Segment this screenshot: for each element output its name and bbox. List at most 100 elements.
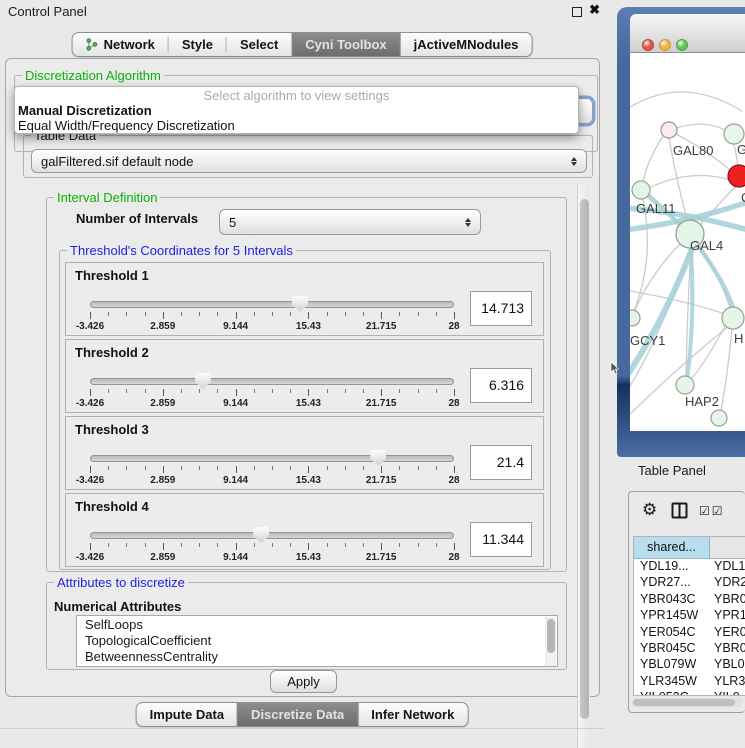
table-row[interactable]: YLR345WYLR3 [634,674,745,690]
network-view[interactable]: GAL80GCGAL11GAL4GCY1HHAP2 [630,53,745,431]
number-of-intervals-combobox[interactable]: 5 [219,209,481,235]
network-edge[interactable] [643,136,663,182]
table-cell[interactable]: YDL19... [634,559,710,575]
table-cell[interactable]: YPR1 [710,608,745,624]
table-cell[interactable]: YBR045C [634,641,710,657]
table-row[interactable]: YDL19...YDL1 [634,559,745,575]
network-edge[interactable] [649,176,731,189]
network-edge[interactable] [630,290,731,316]
table-row[interactable]: YIL052CYIL0 [634,690,745,696]
tab-infer-network[interactable]: Infer Network [358,703,467,726]
table-cell[interactable]: YPR145W [634,608,710,624]
threshold-value-field[interactable]: 6.316 [470,368,532,403]
table-cell[interactable]: YBR0 [710,641,745,657]
tab-style[interactable]: Style [169,33,226,56]
table-horizontal-scrollbar[interactable] [632,698,742,707]
settings-vertical-scrollbar[interactable] [577,185,590,748]
table-cell[interactable]: YBL0 [710,657,745,673]
minimize-traffic-light[interactable] [659,39,671,51]
numerical-attribute-item[interactable]: SelfLoops [77,616,557,632]
table-cell[interactable]: YLR3 [710,674,745,690]
tab-network[interactable]: Network [73,33,168,56]
tick-label: 28 [448,552,459,563]
network-edge[interactable] [630,92,742,111]
apply-button[interactable]: Apply [270,670,337,693]
slider-thumb[interactable] [195,373,211,389]
H-node[interactable] [722,307,744,329]
table-data-combobox[interactable]: galFiltered.sif default node [31,149,587,173]
numerical-attribute-item[interactable]: TopologicalCoefficient [77,632,557,648]
red-highlighted-node[interactable] [728,165,745,187]
numerical-attribute-item[interactable]: BetweennessCentrality [77,648,557,664]
table-cell[interactable]: YBL079W [634,657,710,673]
network-edge[interactable] [721,329,732,410]
table-row[interactable]: YPR145WYPR1 [634,608,745,624]
tick-mark [418,466,419,470]
table-cell[interactable]: YIL0 [710,690,745,696]
slider-thumb[interactable] [292,296,308,312]
tab-discretize-data[interactable]: Discretize Data [237,703,358,726]
network-edge[interactable] [677,124,727,131]
tab-cyni-toolbox[interactable]: Cyni Toolbox [291,33,400,56]
table-row[interactable]: YDR27...YDR2 [634,575,745,591]
tick-mark [454,389,455,396]
threshold-slider[interactable]: -3.4262.8599.14415.4321.71528 [90,524,454,564]
bottom-node[interactable] [711,410,727,426]
tab-impute-data[interactable]: Impute Data [137,703,237,726]
table-cell[interactable]: YLR345W [634,674,710,690]
table-cell[interactable]: YER0 [710,625,745,641]
threshold-slider[interactable]: -3.4262.8599.14415.4321.71528 [90,370,454,410]
float-window-icon[interactable] [572,7,582,17]
numerical-attributes-listbox[interactable]: SelfLoopsTopologicalCoefficientBetweenne… [76,615,558,667]
tab-jactivemnodules[interactable]: jActiveMNodules [401,33,532,56]
table-header-row: shared... n [634,537,745,559]
checkbox-columns-icon[interactable]: ☑☑ [699,504,725,518]
GAL80-node[interactable] [661,122,677,138]
dropdown-option-manual[interactable]: Manual Discretization [18,103,575,118]
threshold-slider[interactable]: -3.4262.8599.14415.4321.71528 [90,447,454,487]
threshold-value-field[interactable]: 11.344 [470,522,532,557]
scrollbar-thumb[interactable] [580,199,589,719]
gear-icon[interactable]: ⚙ [642,500,657,520]
column-header-name[interactable]: n [710,537,745,558]
network-window-titlebar[interactable] [630,14,745,53]
table-cell[interactable]: YBR043C [634,592,710,608]
scrollbar-thumb[interactable] [547,619,555,653]
table-cell[interactable]: YDR2 [710,575,745,591]
table-cell[interactable]: YBR0 [710,592,745,608]
threshold-value-field[interactable]: 14.713 [470,291,532,326]
table-row[interactable]: YER054CYER0 [634,625,745,641]
scrollbar-thumb[interactable] [633,699,735,706]
tick-mark [272,466,273,470]
GAL11-node[interactable] [632,181,650,199]
slider-track[interactable] [90,455,454,462]
table-cell[interactable]: YDL1 [710,559,745,575]
table-row[interactable]: YBR043CYBR0 [634,592,745,608]
threshold-slider[interactable]: -3.4262.8599.14415.4321.71528 [90,293,454,333]
slider-thumb[interactable] [253,527,269,543]
HAP2-node[interactable] [676,376,694,394]
close-traffic-light[interactable] [642,39,654,51]
table-cell[interactable]: YDR27... [634,575,710,591]
close-icon[interactable]: ✖ [589,2,600,18]
slider-thumb[interactable] [370,450,386,466]
split-columns-icon[interactable] [671,502,688,519]
table-cell[interactable]: YER054C [634,625,710,641]
table-row[interactable]: YBL079WYBL0 [634,657,745,673]
table-row[interactable]: YBR045CYBR0 [634,641,745,657]
list-scrollbar[interactable] [545,617,556,667]
GCY1-node[interactable] [630,310,640,326]
slider-track[interactable] [90,301,454,308]
unnamed-node-top-right[interactable] [724,124,744,144]
tab-select[interactable]: Select [227,33,291,56]
table-cell[interactable]: YIL052C [634,690,710,696]
zoom-traffic-light[interactable] [676,39,688,51]
column-header-shared-name[interactable]: shared... [634,537,710,558]
slider-track[interactable] [90,532,454,539]
dropdown-option-equal-width[interactable]: Equal Width/Frequency Discretization [18,118,575,133]
tick-mark [108,389,109,393]
slider-track[interactable] [90,378,454,385]
node-attribute-table[interactable]: shared... n YDL19...YDL1YDR27...YDR2YBR0… [633,536,745,696]
threshold-value-field[interactable]: 21.4 [470,445,532,480]
table-panel-window: ⚙ ☑☑ shared... n YDL19...YDL1YDR27...YDR… [628,491,745,713]
